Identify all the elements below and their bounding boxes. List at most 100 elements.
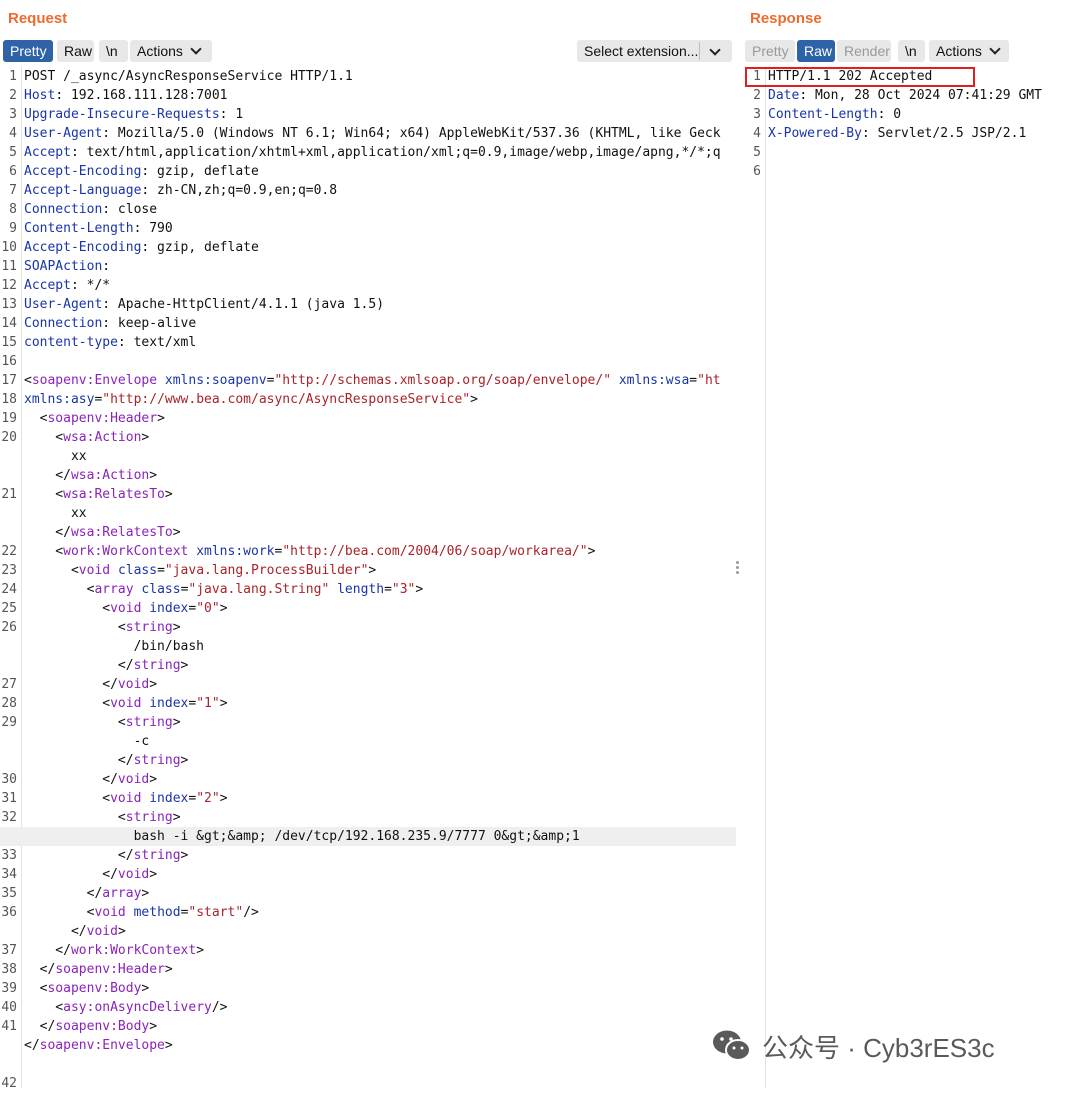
code-token: : gzip, deflate (141, 240, 259, 255)
code-line: 38 </soapenv:Header> (0, 960, 736, 979)
select-extension-label: Select extension... (584, 43, 699, 59)
request-editor[interactable]: 1 POST /_async/AsyncResponseService HTTP/… (0, 67, 736, 1091)
code-token: index (149, 791, 189, 806)
response-newline-toggle[interactable]: \n (898, 40, 925, 62)
code-token: </ (24, 962, 56, 977)
code-text: User-Agent: Mozilla/5.0 (Windows NT 6.1;… (24, 124, 736, 143)
code-text: </string> (24, 751, 736, 770)
code-token: void (110, 791, 142, 806)
code-token: Upgrade-Insecure-Requests (24, 107, 220, 122)
line-number: 9 (9, 221, 17, 236)
code-line: 1 POST /_async/AsyncResponseService HTTP/… (0, 67, 736, 86)
code-line: 23 <void class="java.lang.ProcessBuilder… (0, 561, 736, 580)
code-token: < (24, 715, 126, 730)
code-text: </wsa:Action> (24, 466, 736, 485)
code-token: Accept (24, 145, 71, 160)
code-line: </wsa:RelatesTo> (0, 523, 736, 542)
code-token: string (125, 715, 173, 730)
code-token: > (149, 772, 158, 787)
pane-divider[interactable] (736, 0, 744, 1088)
code-text: <void index="0"> (24, 599, 736, 618)
code-token: </ (24, 1038, 40, 1053)
line-number: 38 (1, 962, 17, 977)
code-line: -c (0, 732, 736, 751)
request-tab-raw[interactable]: Raw (57, 40, 94, 62)
line-number: 35 (1, 886, 17, 901)
code-line: 2 Date: Mon, 28 Oct 2024 07:41:29 GMT (744, 86, 1069, 105)
line-number: 13 (1, 297, 17, 312)
response-tab-render[interactable]: Render (837, 40, 891, 62)
response-actions-button[interactable]: Actions (929, 40, 1009, 62)
code-text: Date: Mon, 28 Oct 2024 07:41:29 GMT (768, 86, 1069, 105)
code-line: 12 Accept: */* (0, 276, 736, 295)
line-number: 4 (9, 126, 17, 141)
line-number: 12 (1, 278, 17, 293)
request-tab-pretty[interactable]: Pretty (3, 40, 53, 62)
code-text: <soapenv:Header> (24, 409, 736, 428)
code-token: < (24, 563, 79, 578)
code-token: > (149, 1019, 158, 1034)
request-newline-toggle[interactable]: \n (99, 40, 128, 62)
code-line: 6 Accept-Encoding: gzip, deflate (0, 162, 736, 181)
code-line: 40 <asy:onAsyncDelivery/> (0, 998, 736, 1017)
code-line: 5 Accept: text/html,application/xhtml+xml… (0, 143, 736, 162)
line-number: 14 (1, 316, 17, 331)
code-token: > (164, 1038, 173, 1053)
code-token: > (219, 791, 228, 806)
line-number: 6 (753, 164, 761, 179)
code-token: "java.lang.String" (188, 582, 330, 597)
code-text: Upgrade-Insecure-Requests: 1 (24, 105, 736, 124)
code-text: <string> (24, 808, 736, 827)
code-token: wsa:Action (70, 468, 150, 483)
code-token: > (219, 601, 228, 616)
wechat-icon (713, 1030, 751, 1061)
code-line: 5 (744, 143, 1069, 162)
response-actions-label: Actions (936, 43, 982, 59)
code-line: 18 xmlns:asy="http://www.bea.com/async/As… (0, 390, 736, 409)
code-token: content-type (24, 335, 118, 350)
code-token: Accept-Encoding (24, 164, 142, 179)
request-actions-button[interactable]: Actions (130, 40, 212, 62)
code-text: <soapenv:Envelope xmlns:soapenv = "http://… (24, 371, 736, 390)
code-token: > (180, 658, 189, 673)
code-line: 3 Content-Length: 0 (744, 105, 1069, 124)
code-line: 9 Content-Length: 790 (0, 219, 736, 238)
code-token: : 0 (877, 107, 902, 122)
code-token: class (141, 582, 181, 597)
code-text: </string> (24, 656, 736, 675)
select-extension-dropdown[interactable]: Select extension... (577, 40, 732, 62)
code-text: </void> (24, 865, 736, 884)
code-text: POST /_async/AsyncResponseService HTTP/1… (24, 67, 736, 86)
line-number: 3 (9, 107, 17, 122)
line-number: 11 (1, 259, 17, 274)
code-token: work:WorkContext (63, 544, 189, 559)
code-token: > (149, 867, 158, 882)
code-line: 4 User-Agent: Mozilla/5.0 (Windows NT 6.1… (0, 124, 736, 143)
code-token: > (149, 468, 158, 483)
code-token: > (117, 924, 126, 939)
code-token: : 192.168.111.128:7001 (55, 88, 228, 103)
code-text: </wsa:RelatesTo> (24, 523, 736, 542)
line-number: 26 (1, 620, 17, 635)
drag-handle-icon[interactable] (736, 561, 739, 575)
code-token: "start" (188, 905, 244, 920)
code-token: </ (24, 753, 134, 768)
code-text: X-Powered-By: Servlet/2.5 JSP/2.1 (768, 124, 1069, 143)
code-token: < (24, 430, 64, 445)
code-token: SOAPAction (24, 259, 103, 274)
response-editor[interactable]: 1 HTTP/1.1 202 Accepted 2 Date: Mon, 28 Oct… (744, 67, 1069, 1088)
code-text: <wsa:Action> (24, 428, 736, 447)
code-token: "java.lang.ProcessBuilder" (164, 563, 369, 578)
response-tab-raw[interactable]: Raw (797, 40, 835, 62)
code-token: string (133, 753, 181, 768)
code-token: < (24, 487, 64, 502)
code-line: 20 <wsa:Action> (0, 428, 736, 447)
line-number-gutter (744, 67, 766, 1088)
line-number: 7 (9, 183, 17, 198)
code-line: 34 </void> (0, 865, 736, 884)
code-token: asy:onAsyncDelivery (63, 1000, 212, 1015)
code-line: 22 <work:WorkContext xmlns:work="http://… (0, 542, 736, 561)
code-token: < (24, 981, 48, 996)
response-tab-pretty[interactable]: Pretty (745, 40, 795, 62)
